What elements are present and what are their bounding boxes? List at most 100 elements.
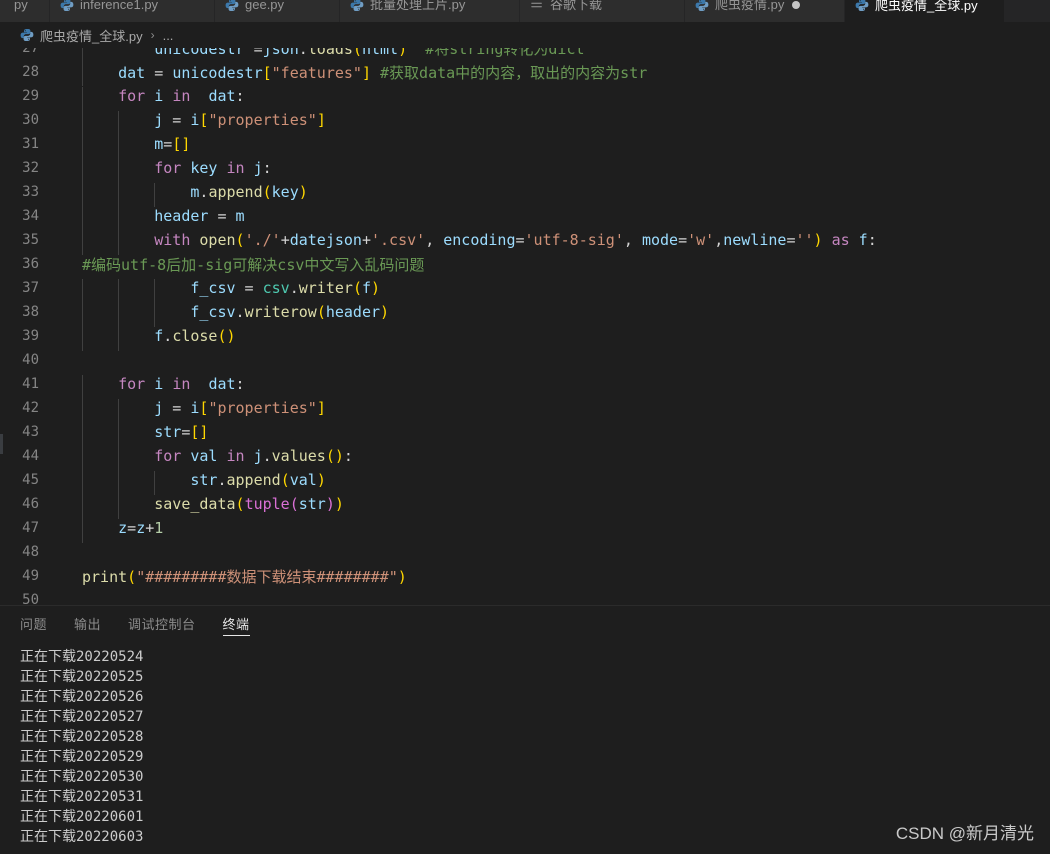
- code-line[interactable]: 47 z=z+1: [0, 516, 1050, 543]
- code-line[interactable]: 38 f_csv.writerow(header): [0, 300, 1050, 327]
- code-line-text: unicodestr =json.loads(html) #将string转化为…: [55, 48, 1050, 62]
- code-token: f: [361, 279, 371, 297]
- vscode-window: py inference1.py gee.py 批量处理上片.py 谷歌下载 爬…: [0, 0, 1050, 854]
- code-line[interactable]: 32 for key in j:: [0, 156, 1050, 183]
- code-line[interactable]: 36 #编码utf-8后加-sig可解决csv中文写入乱码问题: [0, 252, 1050, 276]
- code-line-text: for i in dat:: [55, 87, 1050, 111]
- code-line[interactable]: 29 for i in dat:: [0, 84, 1050, 111]
- editor-tab-2[interactable]: inference1.py: [50, 0, 215, 22]
- code-token: "#########数据下载结束########": [136, 567, 398, 586]
- terminal-line: 正在下载20220525: [20, 669, 144, 685]
- code-token: =: [208, 207, 236, 225]
- code-token: +: [145, 519, 155, 537]
- line-number: 33: [22, 184, 39, 200]
- code-token: datejson: [289, 231, 362, 249]
- code-token: =: [244, 48, 263, 58]
- code-token: ]: [361, 63, 371, 82]
- code-line[interactable]: 45 str.append(val): [0, 468, 1050, 495]
- code-line[interactable]: 43 str=[]: [0, 420, 1050, 447]
- code-line[interactable]: 31 m=[]: [0, 132, 1050, 159]
- line-number: 50: [22, 592, 39, 605]
- code-token: ): [298, 183, 308, 201]
- code-token: append: [208, 183, 263, 201]
- editor-tab-label: 爬虫疫情.py: [715, 0, 785, 12]
- editor-tab-6[interactable]: 爬虫疫情.py: [685, 0, 845, 22]
- editor-tab-4[interactable]: 批量处理上片.py: [340, 0, 520, 22]
- code-token: newline: [723, 231, 787, 249]
- python-file-icon: [695, 0, 709, 12]
- code-line-text: f_csv = csv.writer(f): [55, 279, 1050, 303]
- code-token: loads: [307, 48, 353, 58]
- code-line[interactable]: 28 dat = unicodestr["features"] #获取data中…: [0, 60, 1050, 86]
- code-line[interactable]: 40: [0, 348, 1050, 372]
- code-line[interactable]: 46 save_data(tuple(str)): [0, 492, 1050, 519]
- terminal-line: 正在下载20220529: [20, 749, 144, 765]
- line-number: 40: [22, 352, 39, 368]
- code-token: j: [244, 159, 263, 177]
- code-token: 'w': [687, 231, 715, 249]
- code-line-text: save_data(tuple(str)): [55, 495, 1050, 519]
- line-number: 41: [22, 376, 39, 392]
- code-token: .: [217, 471, 227, 489]
- terminal-line: 正在下载20220527: [20, 709, 144, 725]
- code-token: dat: [118, 63, 146, 82]
- code-token: unicodestr: [172, 63, 263, 82]
- code-line[interactable]: 42 j = i["properties"]: [0, 396, 1050, 423]
- code-token: :: [235, 87, 245, 105]
- line-number: 36: [22, 256, 39, 272]
- terminal-output[interactable]: 正在下载20220524 正在下载20220525 正在下载20220526 正在下载…: [0, 641, 1050, 854]
- panel-tab-3[interactable]: 调试控制台: [128, 606, 196, 641]
- code-line[interactable]: 27 unicodestr =json.loads(html) #将string…: [0, 48, 1050, 62]
- code-line[interactable]: 50: [0, 588, 1050, 605]
- code-line[interactable]: 39 f.close(): [0, 324, 1050, 351]
- code-token: m: [235, 207, 245, 225]
- code-token: str: [190, 471, 218, 489]
- panel-tab-1[interactable]: 问题: [20, 606, 47, 641]
- code-token: close: [172, 327, 218, 345]
- code-line-text: for val in j.values():: [55, 447, 1050, 471]
- line-number: 38: [22, 304, 39, 320]
- breadcrumb-tail[interactable]: ...: [163, 28, 174, 43]
- code-token: (: [217, 327, 227, 345]
- editor-tab-3[interactable]: gee.py: [215, 0, 340, 22]
- code-token: '': [795, 231, 814, 249]
- editor-tab-5[interactable]: 谷歌下载: [520, 0, 685, 22]
- editor-tab-7[interactable]: 爬虫疫情_全球.py: [845, 0, 1005, 22]
- code-line[interactable]: 41 for i in dat:: [0, 372, 1050, 399]
- code-token: writer: [298, 279, 353, 297]
- code-token: in: [172, 375, 191, 393]
- python-file-icon: [225, 0, 239, 12]
- code-line[interactable]: 49 print("#########数据下载结束########"): [0, 564, 1050, 588]
- code-line[interactable]: 48: [0, 540, 1050, 564]
- code-line[interactable]: 34 header = m: [0, 204, 1050, 231]
- line-number: 28: [22, 64, 39, 80]
- code-token: ): [813, 231, 823, 249]
- code-line[interactable]: 44 for val in j.values():: [0, 444, 1050, 471]
- code-token: ): [380, 303, 390, 321]
- code-token: =: [163, 135, 173, 153]
- code-token: for: [154, 159, 182, 177]
- code-token: ,: [425, 231, 444, 249]
- breadcrumb-file[interactable]: 爬虫疫情_全球.py: [40, 26, 143, 45]
- code-token: (: [280, 471, 290, 489]
- code-token: str: [154, 423, 182, 441]
- code-token: val: [181, 447, 227, 465]
- code-line[interactable]: 35 with open('./'+datejson+'.csv', encod…: [0, 228, 1050, 255]
- code-token: ): [325, 495, 335, 513]
- line-number: 27: [22, 48, 39, 56]
- code-editor[interactable]: 27 unicodestr =json.loads(html) #将string…: [0, 48, 1050, 605]
- code-line[interactable]: 30 j = i["properties"]: [0, 108, 1050, 135]
- code-line[interactable]: 33 m.append(key): [0, 180, 1050, 207]
- code-token: for: [118, 87, 146, 105]
- editor-tab-bar: py inference1.py gee.py 批量处理上片.py 谷歌下载 爬…: [0, 0, 1050, 22]
- panel-tab-2[interactable]: 输出: [74, 606, 101, 641]
- unsaved-dot-icon[interactable]: [792, 0, 801, 9]
- panel-tab-4[interactable]: 终端: [222, 606, 250, 641]
- code-line[interactable]: 37 f_csv = csv.writer(f): [0, 276, 1050, 303]
- bottom-panel: 问题 输出 调试控制台 终端 正在下载20220524 正在下载20220525 正在下载…: [0, 605, 1050, 854]
- editor-tab-1[interactable]: py: [0, 0, 50, 22]
- code-line-text: z=z+1: [55, 519, 1050, 543]
